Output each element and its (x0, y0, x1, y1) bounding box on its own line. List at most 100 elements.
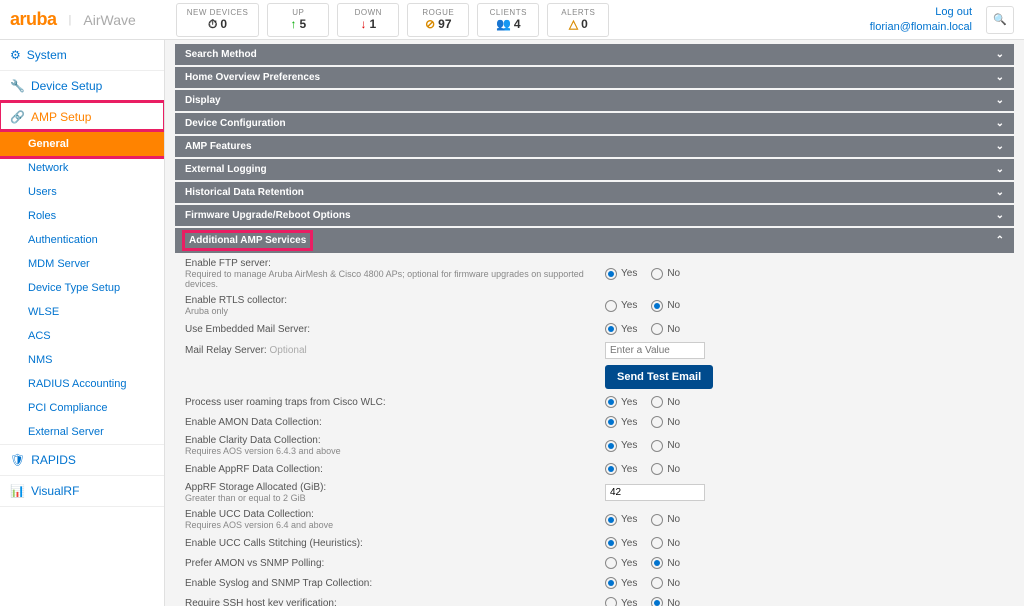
subnav-wlse[interactable]: WLSE (0, 300, 164, 324)
send-test-email-button[interactable]: Send Test Email (605, 365, 713, 389)
radio-yes[interactable] (605, 268, 617, 280)
radio-yes[interactable] (605, 416, 617, 428)
nav-icon: ⚙ (10, 48, 21, 62)
subnav-device-type-setup[interactable]: Device Type Setup (0, 276, 164, 300)
radio-no[interactable] (651, 577, 663, 589)
stat-label: CLIENTS (490, 8, 527, 17)
radio-yes-label: Yes (621, 578, 637, 589)
radio-yes[interactable] (605, 514, 617, 526)
stat-value: 1 (369, 17, 376, 31)
nav-label: System (27, 48, 67, 62)
form-row: Enable Clarity Data Collection:Requires … (175, 432, 1014, 459)
row-send-test: Send Test Email (175, 362, 1014, 392)
stat-alerts[interactable]: ALERTS△0 (547, 3, 609, 37)
stat-down[interactable]: DOWN↓1 (337, 3, 399, 37)
stat-up[interactable]: UP↑5 (267, 3, 329, 37)
stat-clients[interactable]: CLIENTS👥4 (477, 3, 539, 37)
radio-no[interactable] (651, 597, 663, 606)
brand-logo: aruba (10, 9, 57, 30)
accordion-device-configuration[interactable]: Device Configuration⌄ (175, 113, 1014, 134)
chevron-up-icon: ⌃ (996, 235, 1004, 246)
radio-yes[interactable] (605, 300, 617, 312)
form-row: Use Embedded Mail Server:YesNo (175, 319, 1014, 339)
radio-yes[interactable] (605, 440, 617, 452)
subnav-roles[interactable]: Roles (0, 204, 164, 228)
radio-no[interactable] (651, 557, 663, 569)
subnav-mdm-server[interactable]: MDM Server (0, 252, 164, 276)
radio-no-label: No (667, 397, 680, 408)
radio-no[interactable] (651, 396, 663, 408)
logout-link[interactable]: Log out (870, 5, 972, 19)
chevron-down-icon: ⌄ (996, 118, 1004, 129)
accordion-firmware-upgrade-reboot-options[interactable]: Firmware Upgrade/Reboot Options⌄ (175, 205, 1014, 226)
nav-icon: 🔧 (10, 79, 25, 93)
nav-visualrf[interactable]: 📊VisualRF (0, 476, 164, 506)
radio-yes[interactable] (605, 597, 617, 606)
search-button[interactable]: 🔍 (986, 6, 1014, 34)
form-row: Prefer AMON vs SNMP Polling:YesNo (175, 553, 1014, 573)
radio-no-label: No (667, 598, 680, 606)
subnav-authentication[interactable]: Authentication (0, 228, 164, 252)
radio-no-label: No (667, 538, 680, 549)
nav-icon: 🛡 (10, 453, 25, 467)
field-label: Require SSH host key verification: (185, 598, 605, 606)
form-row: Enable AppRF Data Collection:YesNo (175, 459, 1014, 479)
accordion-title: Firmware Upgrade/Reboot Options (185, 210, 351, 221)
stat-icon: ⊘ (425, 17, 435, 31)
accordion-historical-data-retention[interactable]: Historical Data Retention⌄ (175, 182, 1014, 203)
subnav-network[interactable]: Network (0, 156, 164, 180)
accordion-search-method[interactable]: Search Method⌄ (175, 44, 1014, 65)
radio-no[interactable] (651, 268, 663, 280)
accordion-external-logging[interactable]: External Logging⌄ (175, 159, 1014, 180)
radio-no[interactable] (651, 300, 663, 312)
accordion-amp-features[interactable]: AMP Features⌄ (175, 136, 1014, 157)
nav-icon: 🔗 (10, 110, 25, 124)
apprf-storage-input[interactable] (605, 484, 705, 501)
subnav-nms[interactable]: NMS (0, 348, 164, 372)
accordion-additional-amp-services[interactable]: Additional AMP Services ⌃ (175, 228, 1014, 253)
radio-no[interactable] (651, 323, 663, 335)
radio-no[interactable] (651, 537, 663, 549)
form-row: Enable UCC Calls Stitching (Heuristics):… (175, 533, 1014, 553)
nav-amp-setup[interactable]: 🔗AMP Setup (0, 102, 164, 132)
nav-label: VisualRF (31, 484, 79, 498)
field-hint: Required to manage Aruba AirMesh & Cisco… (185, 269, 605, 289)
subnav-radius-accounting[interactable]: RADIUS Accounting (0, 372, 164, 396)
nav-system[interactable]: ⚙ System (0, 40, 164, 70)
field-label: Use Embedded Mail Server: (185, 324, 605, 335)
field-label: Process user roaming traps from Cisco WL… (185, 397, 605, 408)
accordion-home-overview-preferences[interactable]: Home Overview Preferences⌄ (175, 67, 1014, 88)
stat-new-devices[interactable]: NEW DEVICES⏱0 (176, 3, 260, 37)
nav-rapids[interactable]: 🛡RAPIDS (0, 445, 164, 475)
radio-yes[interactable] (605, 577, 617, 589)
accordion-title: Historical Data Retention (185, 187, 304, 198)
radio-no[interactable] (651, 514, 663, 526)
user-block: Log out florian@flomain.local (870, 5, 972, 34)
radio-yes[interactable] (605, 537, 617, 549)
stat-label: ALERTS (561, 8, 595, 17)
radio-yes[interactable] (605, 396, 617, 408)
radio-no-label: No (667, 464, 680, 475)
field-label: Enable Clarity Data Collection: (185, 435, 605, 446)
stat-rogue[interactable]: ROGUE⊘97 (407, 3, 469, 37)
radio-yes[interactable] (605, 463, 617, 475)
radio-no[interactable] (651, 416, 663, 428)
chevron-down-icon: ⌄ (996, 72, 1004, 83)
radio-yes-label: Yes (621, 397, 637, 408)
radio-yes-label: Yes (621, 538, 637, 549)
radio-yes[interactable] (605, 323, 617, 335)
radio-no[interactable] (651, 440, 663, 452)
subnav-pci-compliance[interactable]: PCI Compliance (0, 396, 164, 420)
field-label: Enable AppRF Data Collection: (185, 464, 605, 475)
radio-yes[interactable] (605, 557, 617, 569)
form-row: Enable AMON Data Collection:YesNo (175, 412, 1014, 432)
subnav-users[interactable]: Users (0, 180, 164, 204)
mail-relay-input[interactable] (605, 342, 705, 359)
nav-device-setup[interactable]: 🔧Device Setup (0, 71, 164, 101)
subnav-general[interactable]: General (0, 132, 164, 156)
subnav-acs[interactable]: ACS (0, 324, 164, 348)
subnav-external-server[interactable]: External Server (0, 420, 164, 444)
accordion-display[interactable]: Display⌄ (175, 90, 1014, 111)
field-hint: Requires AOS version 6.4.3 and above (185, 446, 605, 456)
radio-no[interactable] (651, 463, 663, 475)
